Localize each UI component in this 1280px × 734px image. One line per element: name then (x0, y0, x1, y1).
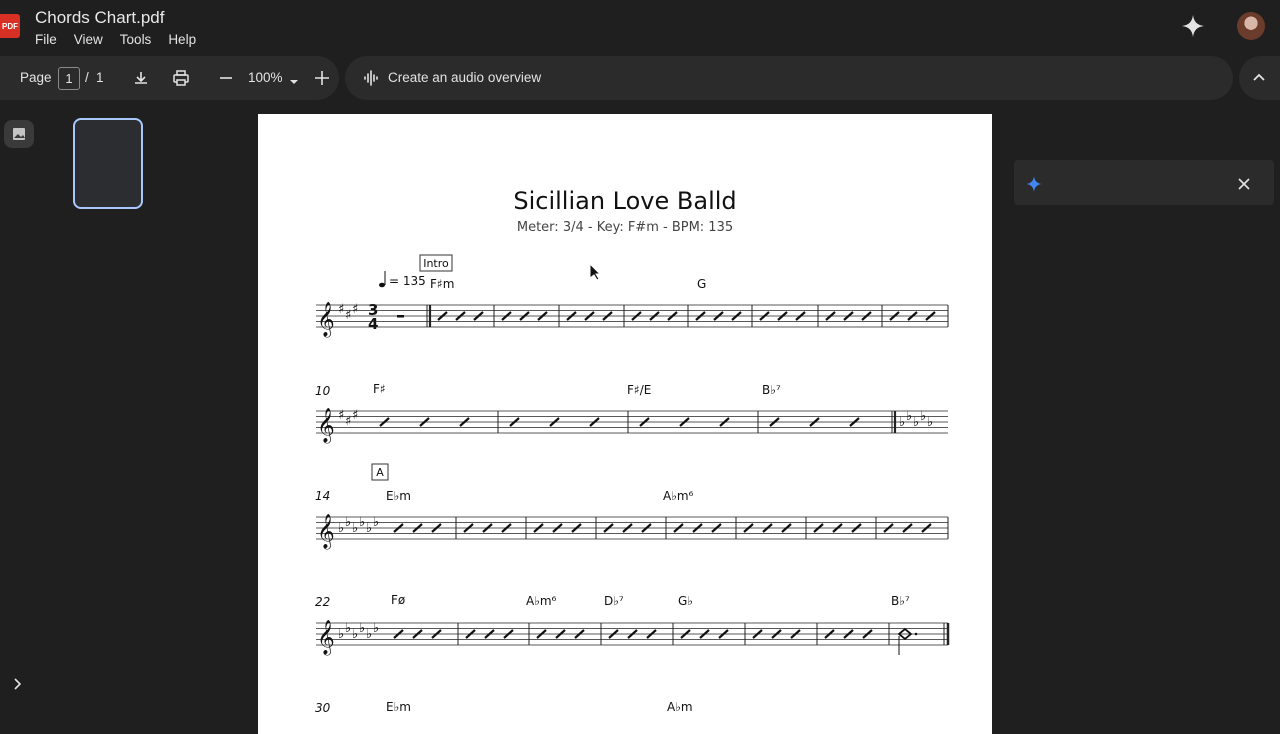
key-signature: ♭ (927, 415, 933, 430)
key-signature: ♭ (359, 621, 365, 636)
chord-symbol: A♭m (667, 700, 693, 714)
chord-symbol: Fø (391, 593, 405, 607)
rest (397, 315, 404, 318)
page-thumbnail[interactable] (73, 118, 143, 209)
gemini-panel (1014, 160, 1274, 205)
chord-symbol: G♭ (678, 594, 693, 608)
mouse-cursor (589, 262, 602, 286)
menu-help[interactable]: Help (168, 32, 196, 47)
menu-file[interactable]: File (35, 32, 57, 47)
zoom-level[interactable]: 100% (248, 70, 283, 85)
key-signature: ♭ (373, 515, 379, 530)
key-signature: ♭ (373, 621, 379, 636)
page-number-input[interactable]: 1 (58, 67, 80, 90)
sheet-subtitle: Meter: 3/4 - Key: F#m - BPM: 135 (517, 220, 733, 235)
audio-overview-button[interactable]: Create an audio overview (388, 70, 541, 85)
key-signature: ♭ (920, 409, 926, 424)
audio-wave-icon (363, 69, 381, 92)
staff-system-1: 𝄞 ♯ ♯ ♯ (316, 302, 949, 338)
chord-symbol: G (697, 277, 706, 291)
chord-symbol: E♭m (386, 700, 411, 714)
menu-bar: File View Tools Help (35, 32, 213, 47)
meter-bottom: 4 (368, 315, 378, 333)
measure-number: 22 (315, 595, 330, 609)
thumbnails-toggle-button[interactable] (4, 120, 34, 148)
measure-number: 30 (315, 701, 331, 715)
chord-symbol: B♭⁷ (762, 383, 781, 397)
rehearsal-intro: Intro (423, 257, 449, 270)
chord-symbol: B♭⁷ (891, 594, 910, 608)
key-signature: ♭ (352, 521, 358, 536)
staff-system-3: 𝄞 ♭ ♭ ♭ ♭ ♭ ♭ (316, 514, 949, 550)
staff-system-4: 𝄞 ♭ ♭ ♭ ♭ ♭ ♭ (316, 620, 950, 656)
menu-view[interactable]: View (74, 32, 103, 47)
key-signature: ♯ (345, 308, 351, 323)
chord-symbol: F♯m (430, 277, 454, 291)
chord-symbol: D♭⁷ (604, 594, 624, 608)
pdf-file-icon: PDF (0, 14, 20, 38)
print-icon[interactable] (172, 69, 190, 92)
key-signature: ♯ (352, 408, 358, 423)
key-signature: ♯ (352, 302, 358, 317)
chevron-up-icon[interactable] (1251, 70, 1267, 91)
key-signature: ♭ (366, 627, 372, 642)
zoom-out-button[interactable] (218, 69, 234, 92)
close-icon[interactable] (1237, 177, 1251, 196)
treble-clef-icon: 𝄞 (317, 620, 335, 656)
menu-tools[interactable]: Tools (120, 32, 152, 47)
chord-symbol: A♭m⁶ (663, 489, 694, 503)
measure-number: 10 (315, 384, 331, 398)
page-label: Page (20, 70, 52, 85)
key-signature: ♭ (366, 521, 372, 536)
tempo-marking: = 135 (389, 274, 426, 288)
key-signature: ♭ (345, 621, 351, 636)
document-title[interactable]: Chords Chart.pdf (35, 8, 164, 28)
download-icon[interactable] (132, 69, 150, 92)
key-signature: ♭ (345, 515, 351, 530)
chord-symbol: A♭m⁶ (526, 594, 557, 608)
treble-clef-icon: 𝄞 (317, 514, 335, 550)
sheet-title: Sicillian Love Balld (513, 187, 736, 215)
pdf-page: Sicillian Love Balld Meter: 3/4 - Key: F… (258, 114, 992, 734)
chord-symbol: F♯/E (627, 383, 651, 397)
avatar[interactable] (1237, 12, 1265, 40)
measure-number: 14 (315, 489, 330, 503)
page-total: 1 (96, 70, 104, 85)
chord-symbol: F♯ (373, 382, 386, 396)
key-signature: ♯ (338, 302, 344, 317)
gemini-sparkle-icon[interactable] (1180, 13, 1206, 39)
key-signature: ♭ (899, 415, 905, 430)
staff-system-2: 𝄞 ♯ ♯ ♯ ♭ ♭ ♭ ♭ ♭ (316, 408, 948, 444)
page-separator: / (85, 70, 89, 85)
zoom-in-button[interactable] (313, 69, 331, 92)
key-signature: ♯ (338, 408, 344, 423)
gemini-star-icon (1026, 176, 1042, 197)
treble-clef-icon: 𝄞 (317, 302, 335, 338)
zoom-dropdown-icon[interactable] (289, 73, 299, 91)
key-signature: ♭ (906, 409, 912, 424)
rehearsal-a: A (376, 466, 384, 479)
chevron-right-icon[interactable] (8, 675, 26, 693)
key-signature: ♭ (359, 515, 365, 530)
key-signature: ♭ (338, 521, 344, 536)
key-signature: ♯ (345, 414, 351, 429)
treble-clef-icon: 𝄞 (317, 408, 335, 444)
chord-symbol: E♭m (386, 489, 411, 503)
key-signature: ♭ (913, 415, 919, 430)
key-signature: ♭ (338, 627, 344, 642)
key-signature: ♭ (352, 627, 358, 642)
